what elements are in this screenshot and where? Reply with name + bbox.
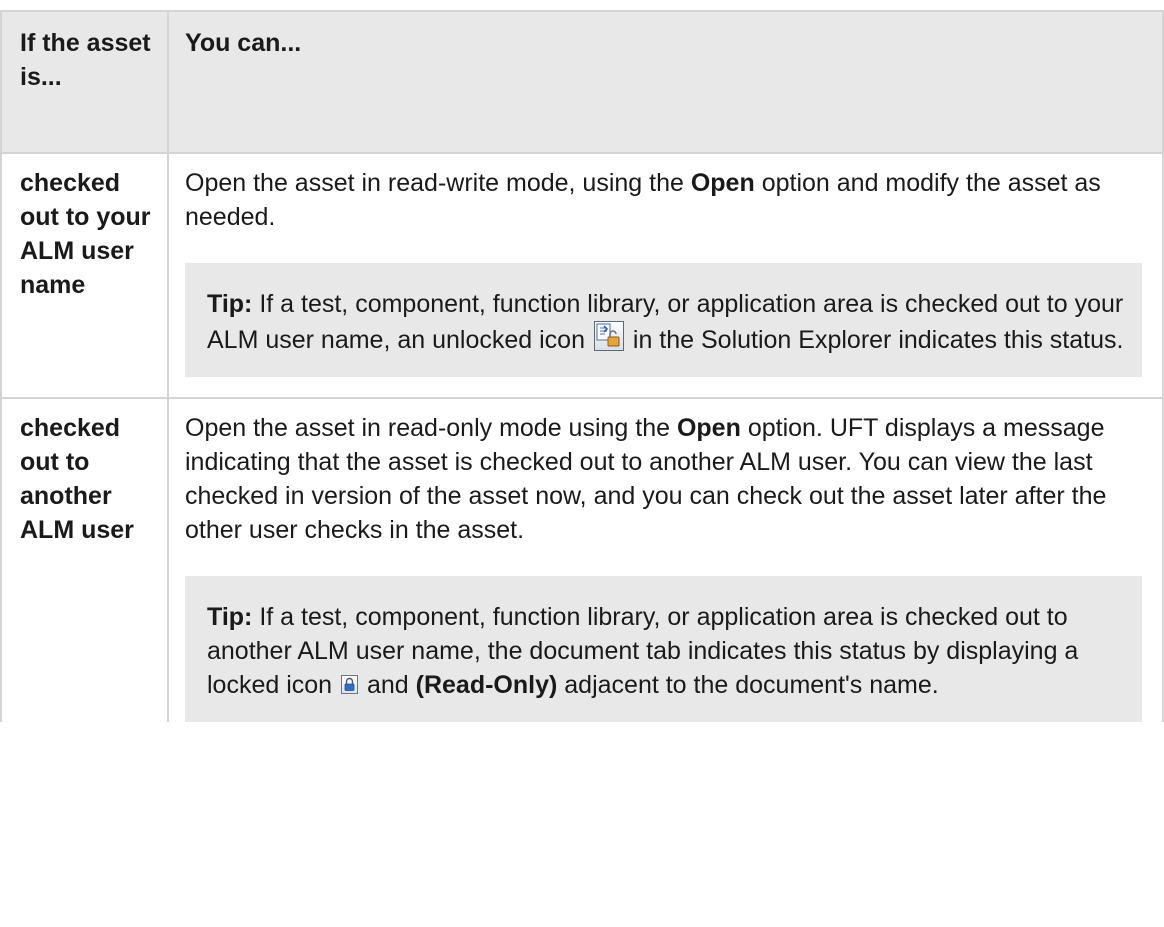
action-cell: Open the asset in read-only mode using t… bbox=[167, 397, 1164, 722]
description-text: Open the asset in read-only mode using t… bbox=[185, 414, 1107, 544]
table-row: checked out to another ALM user Open the… bbox=[0, 397, 1164, 722]
unlocked-icon bbox=[593, 321, 624, 351]
header-if-asset-is: If the asset is... bbox=[0, 10, 169, 154]
open-option-label: Open bbox=[676, 414, 741, 442]
description-text: Open the asset in read-write mode, using… bbox=[185, 169, 1101, 231]
tip-label: Tip: bbox=[207, 603, 253, 631]
header-you-can: You can... bbox=[167, 10, 1164, 154]
condition-cell: checked out to another ALM user bbox=[0, 397, 169, 722]
locked-icon bbox=[341, 675, 359, 694]
tip-box: Tip: If a test, component, function libr… bbox=[185, 263, 1142, 377]
condition-cell: checked out to your ALM user name bbox=[0, 152, 169, 399]
tip-label: Tip: bbox=[207, 290, 253, 318]
action-cell: Open the asset in read-write mode, using… bbox=[167, 152, 1164, 399]
open-option-label: Open bbox=[690, 169, 755, 197]
table-row: checked out to your ALM user name Open t… bbox=[0, 152, 1164, 399]
table-header-row: If the asset is... You can... bbox=[0, 10, 1164, 154]
asset-status-table: If the asset is... You can... checked ou… bbox=[0, 10, 1164, 722]
read-only-label: (Read-Only) bbox=[415, 671, 558, 699]
tip-box: Tip: If a test, component, function libr… bbox=[185, 576, 1142, 722]
